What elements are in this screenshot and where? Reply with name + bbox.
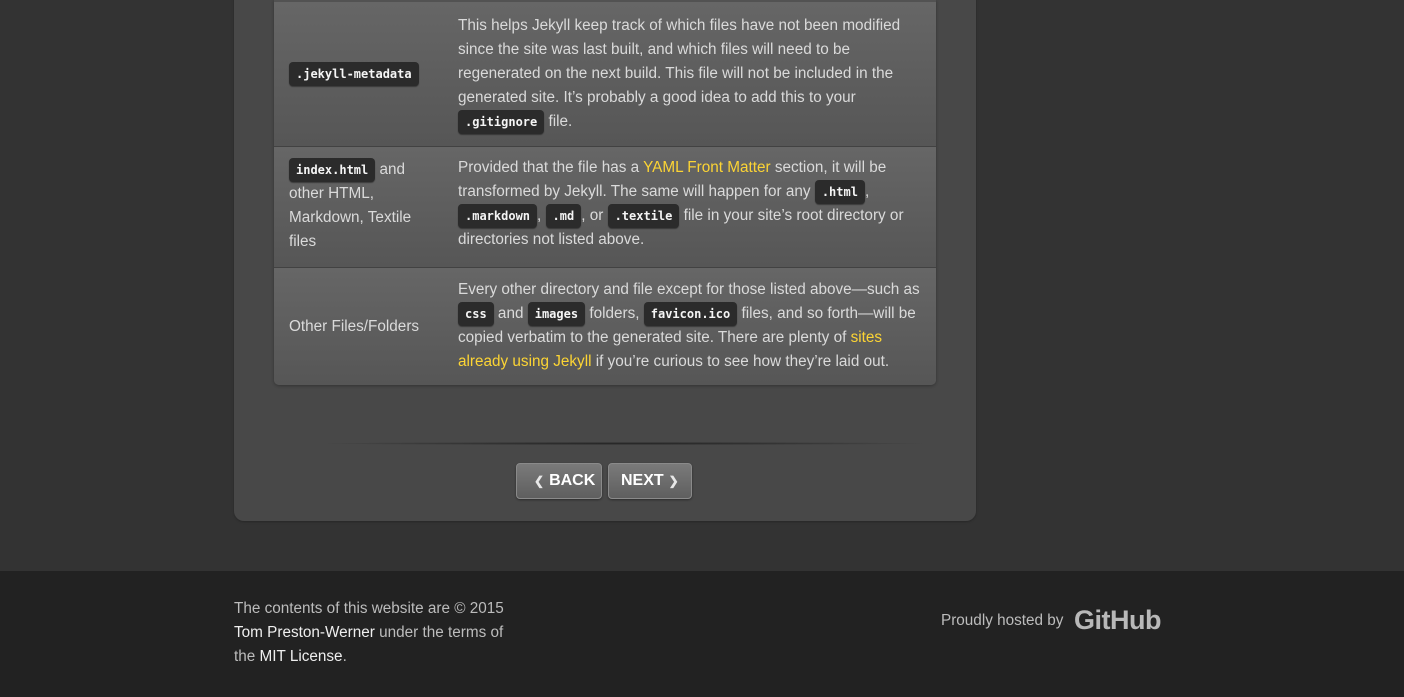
directory-structure-table: .jekyll-metadata This helps Jekyll keep … [274,0,936,385]
copyright-text: . [342,648,347,665]
site-footer: The contents of this website are © 2015 … [0,571,1404,697]
github-logo[interactable]: GitHub [1074,603,1161,637]
chevron-right-icon: ❯ [668,474,679,488]
description-text: Provided that the file has a [458,159,644,176]
description-text: file. [544,113,573,130]
description-cell: Every other directory and file except fo… [458,278,924,374]
file-text: other HTML, [289,185,375,202]
description-text: if you’re curious to see how they’re lai… [591,353,890,370]
chevron-left-icon: ❮ [534,474,545,488]
description-cell: Provided that the file has a YAML Front … [458,156,924,252]
separator-text: , or [581,207,608,224]
table-row: index.html and other HTML, Markdown, Tex… [274,146,936,267]
section-divider [324,442,924,445]
separator-text: , [864,183,870,200]
back-button[interactable]: ❮ BACK [516,463,602,499]
author-link[interactable]: Tom Preston-Werner [234,624,375,641]
inline-code: .markdown [458,204,538,228]
file-name-cell: index.html and other HTML, Markdown, Tex… [289,158,439,254]
description-text: This helps Jekyll keep track of which fi… [458,17,901,106]
file-text: files [289,233,317,250]
file-name-cell: Other Files/Folders [289,315,419,339]
next-button[interactable]: NEXT ❯ [608,463,692,499]
inline-code: .textile [607,204,680,228]
separator-text: , [537,207,546,224]
back-label: BACK [549,472,596,489]
description-text: Every other directory and file except fo… [458,281,920,298]
inline-code: css [458,302,494,326]
file-code: .jekyll-metadata [289,62,419,86]
table-row: Other Files/Folders Every other director… [274,267,936,385]
file-name-cell: .jekyll-metadata [289,62,419,86]
file-text: Other Files/Folders [289,318,420,335]
file-text: and [375,161,406,178]
copyright-notice: The contents of this website are © 2015 … [234,597,524,669]
mit-license-link[interactable]: MIT License [260,648,343,665]
copyright-text: The contents of this website are © 2015 [234,600,504,617]
inline-code: .gitignore [458,110,545,134]
description-cell: This helps Jekyll keep track of which fi… [458,14,924,134]
next-label: NEXT [621,472,664,489]
inline-code: favicon.ico [643,302,738,326]
inline-code: .md [545,204,582,228]
separator-text: and [493,305,528,322]
inline-code: .html [814,180,865,204]
table-row: .jekyll-metadata This helps Jekyll keep … [274,0,936,146]
separator-text: folders, [585,305,644,322]
hosted-by-text: Proudly hosted by [941,612,1064,629]
file-code: index.html [289,158,376,182]
file-text: Markdown, Textile [289,209,412,226]
inline-code: images [527,302,586,326]
yaml-front-matter-link[interactable]: YAML Front Matter [643,159,771,176]
